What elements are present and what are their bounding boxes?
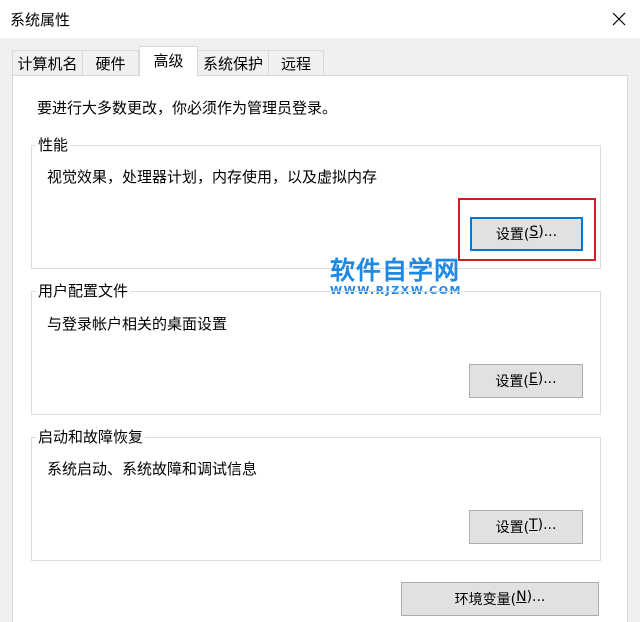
startup-recovery-description: 系统启动、系统故障和调试信息 [47,460,258,478]
close-button[interactable] [598,0,640,38]
tab-computer-name[interactable]: 计算机名 [12,50,83,76]
tab-hardware[interactable]: 硬件 [82,50,139,76]
user-profiles-settings-button[interactable]: 设置(E)... [469,364,583,398]
user-profiles-group-title: 用户配置文件 [36,282,131,300]
tab-system-protection[interactable]: 系统保护 [197,50,269,76]
startup-recovery-group-title: 启动和故障恢复 [36,428,146,446]
startup-recovery-settings-button[interactable]: 设置(T)... [469,510,583,544]
title-bar: 系统属性 [0,0,640,38]
environment-variables-button[interactable]: 环境变量(N)... [401,582,599,616]
performance-settings-button[interactable]: 设置(S)... [470,217,583,251]
tab-advanced[interactable]: 高级 [139,46,198,77]
admin-notice: 要进行大多数更改，你必须作为管理员登录。 [37,99,338,117]
performance-description: 视觉效果，处理器计划，内存使用，以及虚拟内存 [47,168,378,186]
tab-remote[interactable]: 远程 [268,50,324,76]
close-icon [612,12,626,26]
performance-group-title: 性能 [36,136,71,154]
tab-strip: 计算机名 硬件 高级 系统保护 远程 [0,38,640,77]
watermark-text: 软件自学网 [330,256,461,285]
system-properties-window: 系统属性 计算机名 硬件 高级 系统保护 远程 要进行大多数更改，你必须作为管理… [0,0,640,622]
window-title: 系统属性 [10,11,71,29]
user-profiles-description: 与登录帐户相关的桌面设置 [47,315,228,333]
